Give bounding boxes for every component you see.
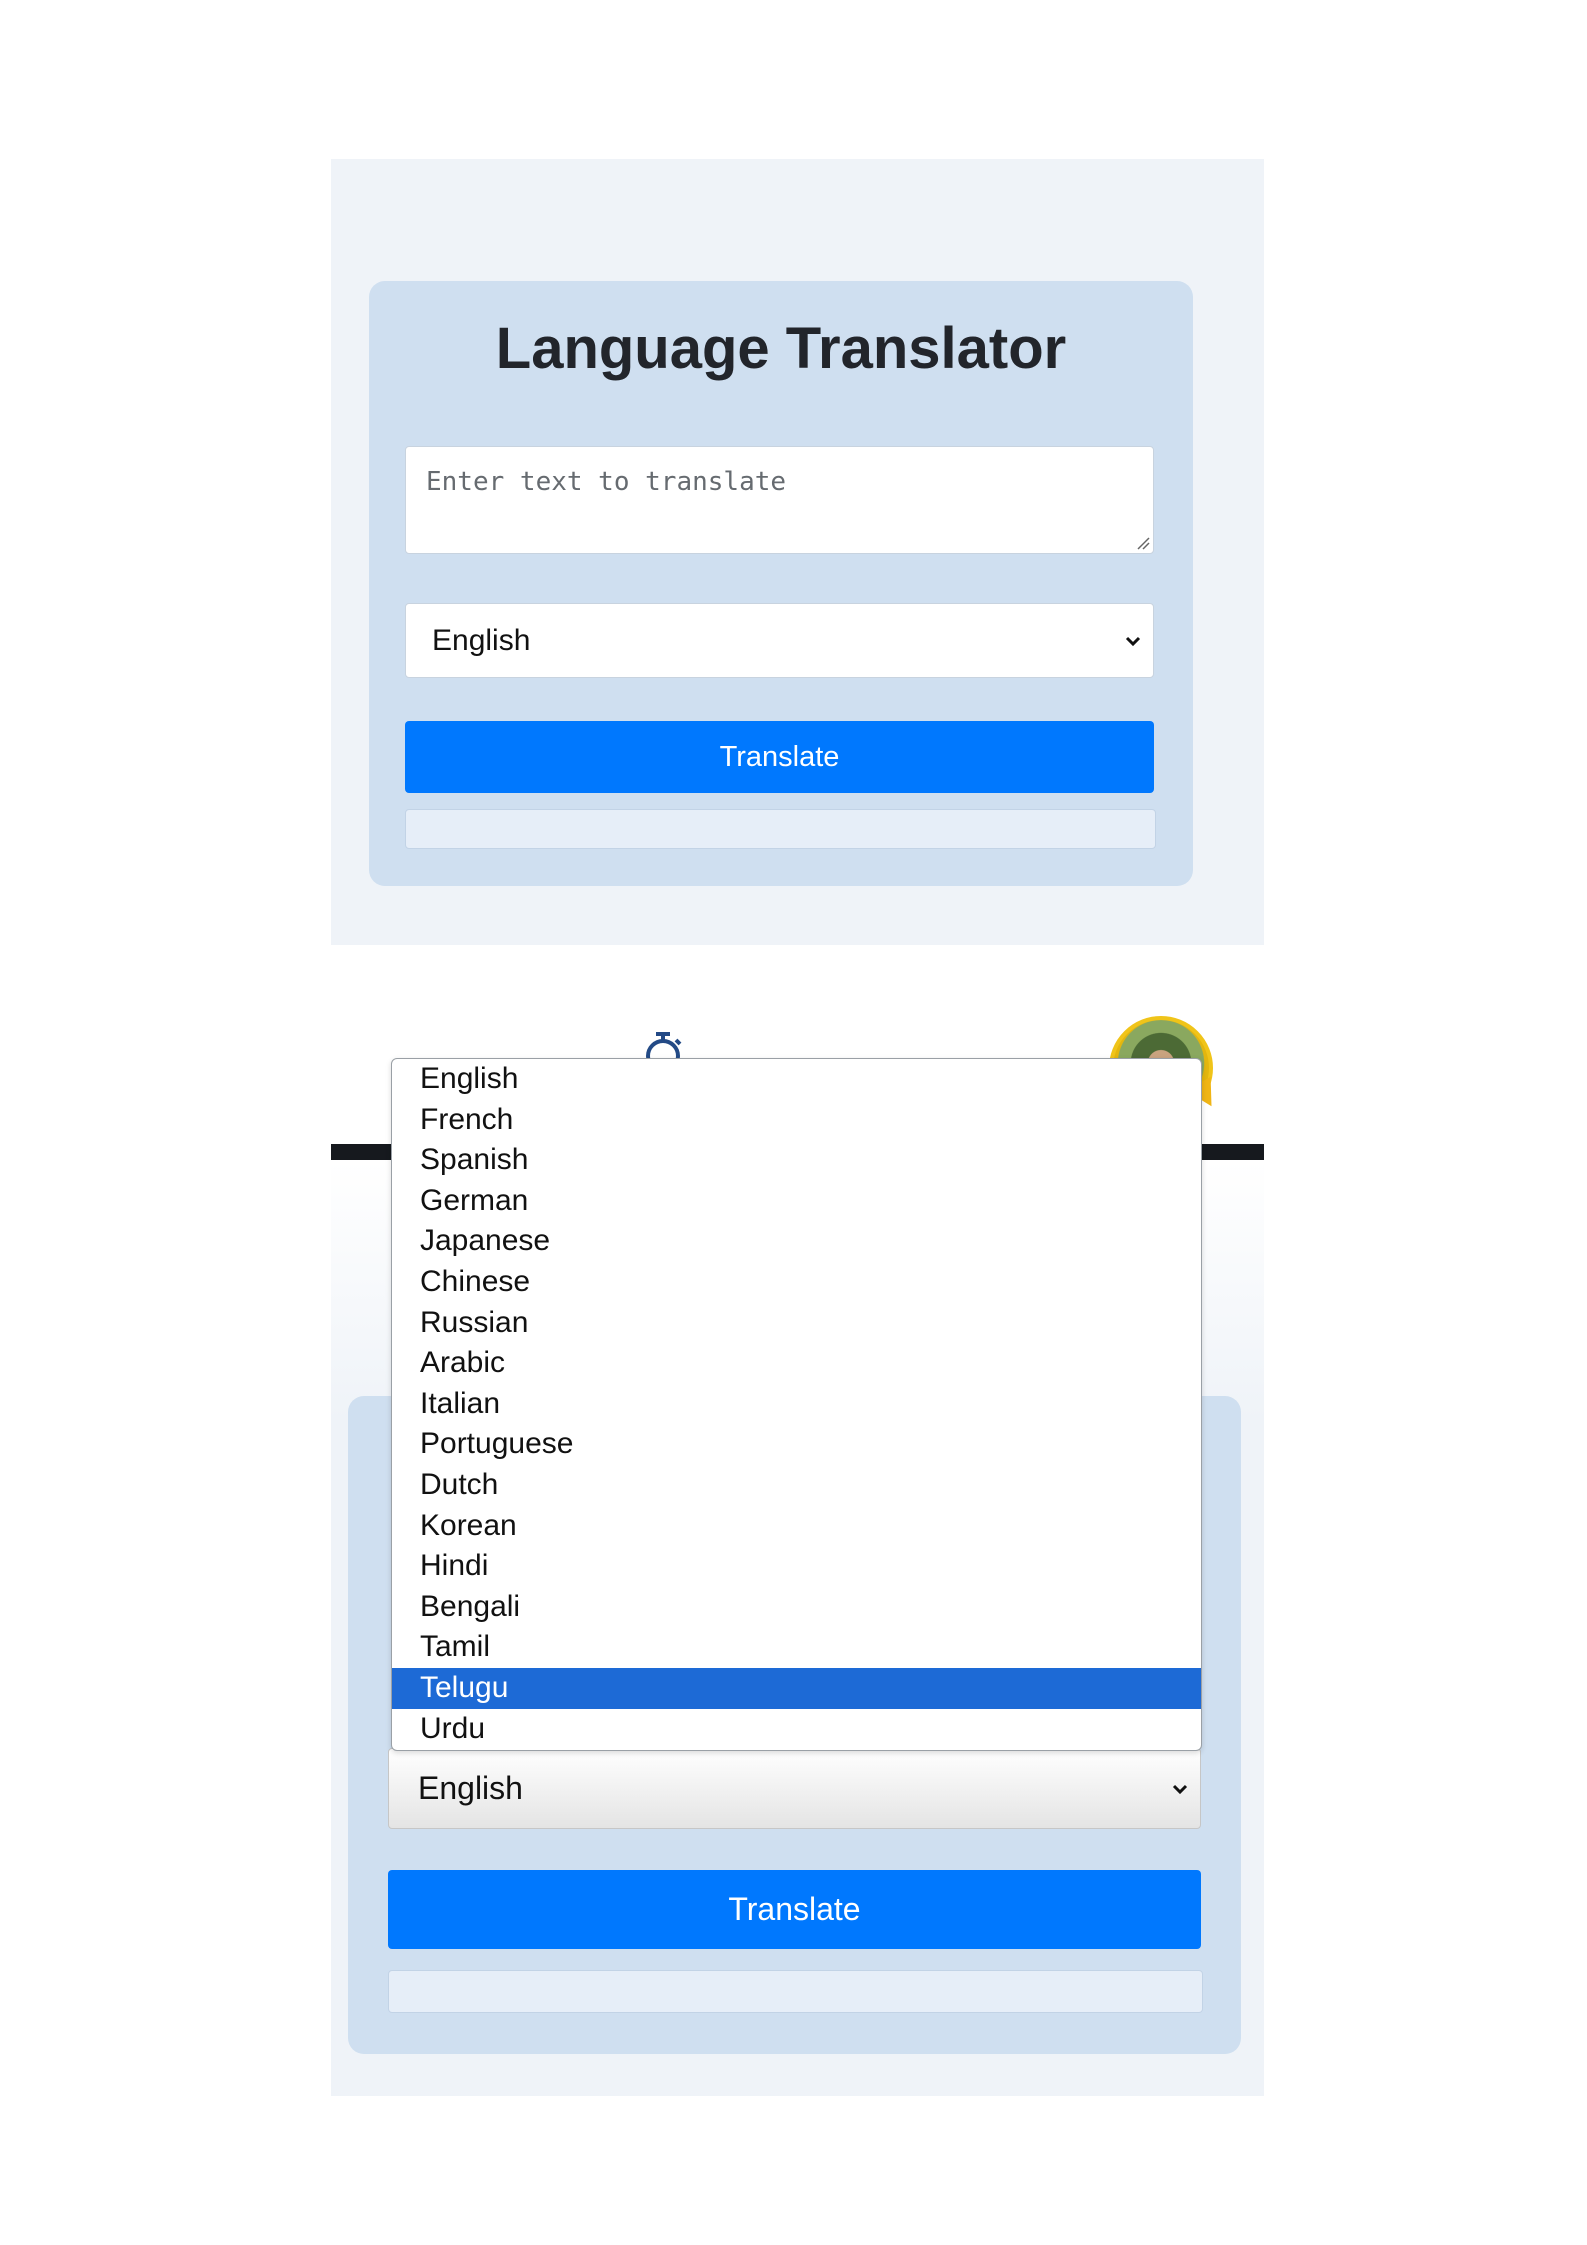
language-option-spanish[interactable]: Spanish	[392, 1140, 1201, 1181]
translator-card: Language Translator Enter text to transl…	[369, 281, 1193, 886]
page-title: Language Translator	[495, 316, 1067, 381]
translate-button[interactable]: Translate	[388, 1870, 1201, 1949]
language-option-japanese[interactable]: Japanese	[392, 1221, 1201, 1262]
chevron-down-icon	[1172, 1784, 1188, 1794]
language-option-chinese[interactable]: Chinese	[392, 1262, 1201, 1303]
language-option-hindi[interactable]: Hindi	[392, 1546, 1201, 1587]
language-option-german[interactable]: German	[392, 1181, 1201, 1222]
language-option-urdu[interactable]: Urdu	[392, 1709, 1201, 1750]
language-option-korean[interactable]: Korean	[392, 1506, 1201, 1547]
translation-output	[388, 1970, 1203, 2013]
translate-button[interactable]: Translate	[405, 721, 1154, 793]
language-option-portuguese[interactable]: Portuguese	[392, 1424, 1201, 1465]
language-dropdown-list[interactable]: English French Spanish German Japanese Chines…	[391, 1058, 1202, 1751]
translator-screen-dropdown-open: English Translate English French Spanish Ge…	[331, 1002, 1264, 2096]
language-option-arabic[interactable]: Arabic	[392, 1343, 1201, 1384]
translation-output	[405, 809, 1156, 849]
language-option-bengali[interactable]: Bengali	[392, 1587, 1201, 1628]
language-option-english[interactable]: English	[392, 1059, 1201, 1100]
language-options: English French Spanish German Japanese Chines…	[392, 1059, 1201, 1749]
language-option-tamil[interactable]: Tamil	[392, 1627, 1201, 1668]
language-select[interactable]: English	[388, 1748, 1201, 1829]
language-select-value: English	[418, 1770, 523, 1806]
language-option-russian[interactable]: Russian	[392, 1303, 1201, 1344]
language-select[interactable]: English	[405, 603, 1154, 678]
language-option-dutch[interactable]: Dutch	[392, 1465, 1201, 1506]
translator-screen-default: Language Translator Enter text to transl…	[331, 159, 1264, 945]
language-option-telugu[interactable]: Telugu	[392, 1667, 1201, 1709]
language-option-italian[interactable]: Italian	[392, 1384, 1201, 1425]
text-input[interactable]: Enter text to translate	[405, 446, 1154, 554]
language-option-french[interactable]: French	[392, 1100, 1201, 1141]
text-input-placeholder: Enter text to translate	[426, 467, 787, 497]
resize-handle-icon[interactable]	[1136, 536, 1150, 550]
language-select-value: English	[432, 623, 531, 657]
chevron-down-icon	[1125, 636, 1141, 646]
